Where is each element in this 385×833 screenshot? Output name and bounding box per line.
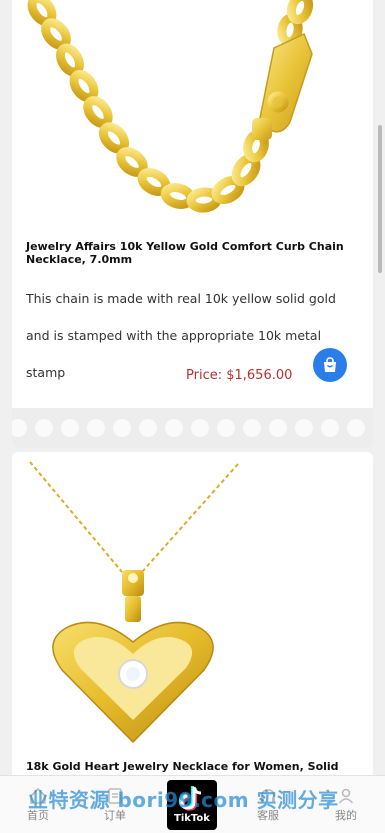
tab-service[interactable]: 客服	[238, 776, 298, 833]
home-icon	[30, 787, 46, 804]
shopping-bag-icon	[324, 357, 336, 372]
ticket-divider	[12, 408, 373, 448]
tab-mine[interactable]: 我的	[316, 776, 376, 833]
headset-icon	[261, 789, 275, 802]
tab-mine-label: 我的	[335, 809, 357, 822]
scrollbar[interactable]	[378, 125, 382, 273]
product-feed[interactable]: Jewelry Affairs 10k Yellow Gold Comfort …	[0, 0, 385, 775]
product-title[interactable]: 18k Gold Heart Jewelry Necklace for Wome…	[26, 760, 362, 775]
add-to-cart-button[interactable]	[313, 348, 347, 382]
gold-curb-chain-image	[27, 0, 314, 213]
gold-heart-pendant-image	[29, 461, 239, 744]
product-price: Price: $1,656.00	[186, 368, 293, 383]
orders-icon	[108, 788, 122, 804]
product-card[interactable]: 18k Gold Heart Jewelry Necklace for Wome…	[12, 452, 373, 775]
tab-home-label: 首页	[27, 809, 49, 822]
tab-orders-label: 订单	[104, 809, 126, 822]
tab-orders[interactable]: 订单	[85, 776, 145, 833]
tiktok-button[interactable]: TikTok	[167, 780, 217, 830]
product-title[interactable]: Jewelry Affairs 10k Yellow Gold Comfort …	[26, 240, 362, 266]
product-card[interactable]: Jewelry Affairs 10k Yellow Gold Comfort …	[12, 0, 373, 448]
tab-service-label: 客服	[257, 809, 279, 822]
user-icon	[338, 788, 354, 804]
tiktok-label: TikTok	[174, 813, 210, 824]
tab-home[interactable]: 首页	[8, 776, 68, 833]
tiktok-logo-icon	[178, 786, 202, 811]
